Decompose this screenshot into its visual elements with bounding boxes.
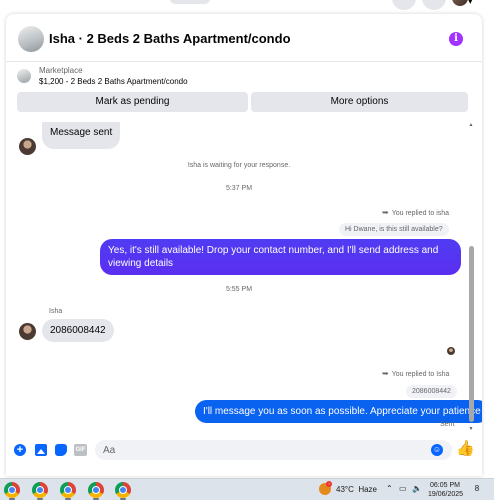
thumbs-up-icon[interactable]: 👍 [456,441,475,457]
mark-as-pending-button[interactable]: Mark as pending [17,92,248,112]
listing-thumbnail-small[interactable] [17,69,31,83]
contact-avatar[interactable] [19,323,36,340]
notification-center-icon[interactable]: 8 [471,483,483,495]
weather-alert-badge: ! [326,481,332,487]
replied-text: You replied to Isha [391,371,450,378]
scrollbar-thumb[interactable] [469,246,474,422]
listing-summary[interactable]: $1,200 - 2 Beds 2 Baths Apartment/condo [39,77,188,86]
chrome-icon[interactable] [115,482,131,498]
quoted-message[interactable]: 2086008442 [406,385,457,398]
network-icon[interactable]: ▭ [399,484,407,493]
chevron-down-icon[interactable]: ▾ [468,0,473,7]
chrome-icon[interactable] [32,482,48,498]
message-bubble-incoming[interactable]: 2086008442 [42,319,114,342]
messenger-window: ▾ Isha · 2 Beds 2 Baths Apartment/condo … [0,0,494,500]
emoji-icon[interactable]: ☺ [431,444,443,456]
weather-widget[interactable]: 43°C Haze [336,485,377,494]
message-bubble-outgoing[interactable]: I'll message you as soon as possible. Ap… [195,400,482,423]
replied-label: ➥ You replied to isha [382,208,449,217]
chat-title[interactable]: Isha · 2 Beds 2 Baths Apartment/condo [49,31,291,46]
plus-icon[interactable]: + [14,444,26,456]
message-input[interactable] [103,440,423,461]
chrome-icon[interactable] [60,482,76,498]
chrome-icon[interactable] [4,482,20,498]
replied-text: You replied to isha [391,210,450,217]
top-toolbar: ▾ [0,0,494,12]
windows-taskbar: ! 43°C Haze ⌃ ▭ 🔈 06:05 PM 19/06/2025 8 [0,478,494,500]
message-status: Sent [440,421,455,428]
scroll-up-arrow-icon[interactable]: ▲ [468,122,474,128]
message-thread: Message sent Isha is waiting for your re… [6,122,482,436]
menu-icon[interactable] [392,0,416,10]
contact-avatar[interactable] [19,138,36,155]
weather-condition: Haze [358,485,378,494]
timestamp: 5:37 PM [225,185,253,192]
photo-icon[interactable] [35,444,47,456]
sticker-icon[interactable] [55,444,67,456]
timestamp: 5:55 PM [225,286,253,293]
weather-temp: 43°C [336,485,354,494]
message-composer: + GIF ☺ 👍 [6,436,482,476]
clock-date: 19/06/2025 [428,491,464,498]
listing-thumbnail[interactable] [18,26,44,52]
more-options-button[interactable]: More options [251,92,468,112]
reply-arrow-icon: ➥ [382,208,389,217]
system-clock[interactable]: 06:05 PM 19/06/2025 [428,481,464,499]
message-input-box[interactable] [95,440,452,461]
info-icon[interactable]: i [449,32,463,46]
chat-panel: Isha · 2 Beds 2 Baths Apartment/condo i … [6,14,482,476]
reply-arrow-icon: ➥ [382,369,389,378]
chevron-up-icon[interactable]: ⌃ [386,484,393,493]
gif-icon[interactable]: GIF [74,444,87,456]
quoted-message[interactable]: Hi Dwane, is this still available? [339,223,449,236]
toolbar-item[interactable] [170,0,210,4]
chrome-icon[interactable] [88,482,104,498]
message-bubble-incoming[interactable]: Message sent [42,122,121,149]
notification-icon[interactable] [422,0,446,10]
profile-avatar[interactable] [452,0,468,6]
volume-icon[interactable]: 🔈 [412,484,422,493]
waiting-notice: Isha is waiting for your response. [187,162,291,169]
marketplace-label: Marketplace [39,66,83,75]
clock-time: 06:05 PM [430,482,460,489]
seen-avatar [447,347,455,355]
message-bubble-outgoing[interactable]: Yes, it's still available! Drop your con… [100,239,461,275]
chat-header: Isha · 2 Beds 2 Baths Apartment/condo i [6,14,482,62]
replied-label: ➥ You replied to Isha [382,369,449,378]
sender-name: Isha [49,308,63,315]
scroll-down-arrow-icon[interactable]: ▼ [468,426,474,432]
